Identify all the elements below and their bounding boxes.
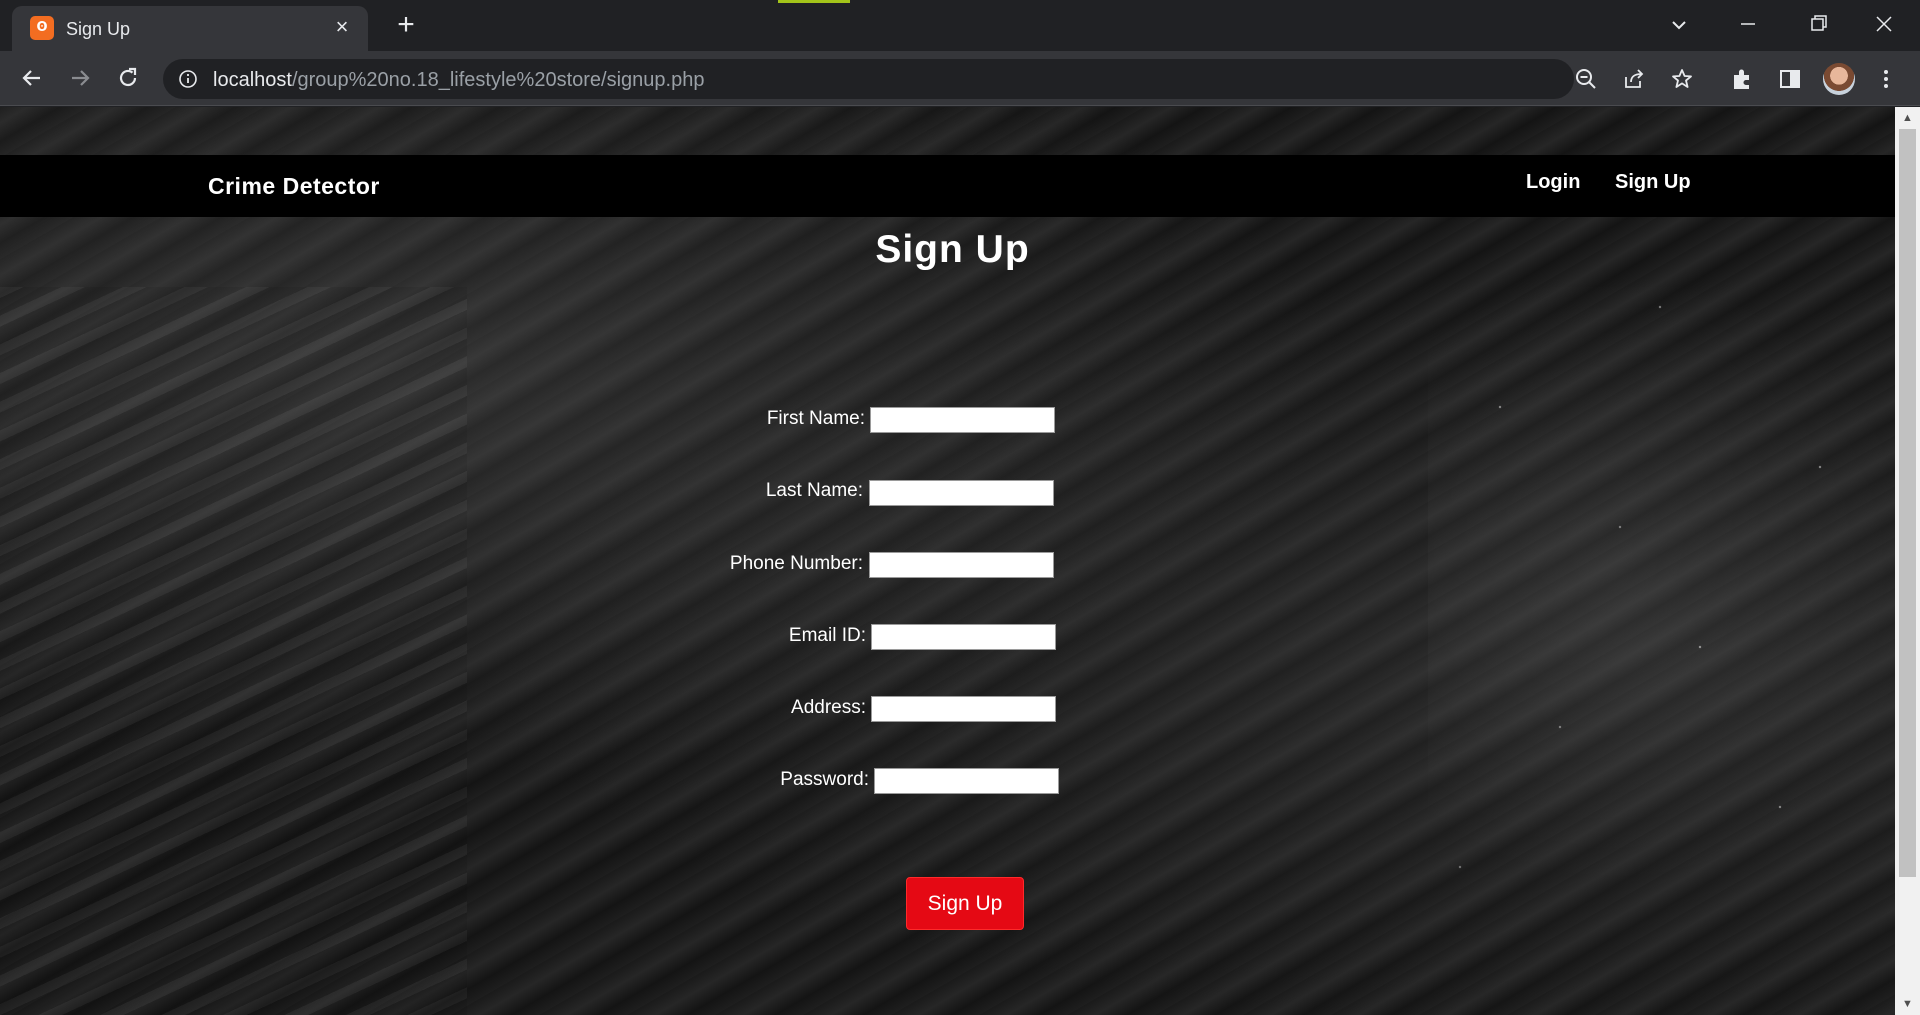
browser-tabstrip: ʘ Sign Up × +: [0, 0, 1920, 51]
signup-submit-button[interactable]: Sign Up: [906, 877, 1024, 930]
window-close-icon[interactable]: [1852, 4, 1916, 44]
reload-icon[interactable]: [110, 60, 146, 96]
nav-login-link[interactable]: Login: [1526, 171, 1580, 194]
extensions-icon[interactable]: [1728, 65, 1756, 93]
url-path: /group%20no.18_lifestyle%20store/signup.…: [291, 69, 705, 91]
address-label: Address:: [791, 697, 866, 718]
profile-avatar[interactable]: [1823, 63, 1855, 95]
phone-number-input[interactable]: [869, 552, 1054, 578]
first-name-label: First Name:: [766, 408, 865, 429]
page-viewport: Crime Detector Login Sign Up Sign Up Fir…: [0, 107, 1895, 1015]
address-bar[interactable]: localhost/group%20no.18_lifestyle%20stor…: [163, 59, 1692, 99]
side-panel-icon[interactable]: [1776, 65, 1804, 93]
address-input[interactable]: [871, 696, 1056, 722]
page-scrollbar[interactable]: ▲ ▼: [1895, 107, 1920, 1015]
browser-toolbar: localhost/group%20no.18_lifestyle%20stor…: [0, 51, 1920, 106]
scroll-up-arrow-icon[interactable]: ▲: [1895, 107, 1920, 129]
email-id-label: Email ID:: [788, 625, 866, 646]
last-name-input[interactable]: [869, 480, 1054, 506]
password-label: Password:: [780, 769, 869, 790]
share-icon[interactable]: [1622, 67, 1646, 91]
tab-search-icon[interactable]: [1664, 10, 1694, 40]
site-info-icon[interactable]: [178, 69, 198, 89]
phone-number-label: Phone Number:: [729, 553, 863, 574]
email-id-input[interactable]: [871, 624, 1056, 650]
scroll-thumb[interactable]: [1899, 129, 1916, 877]
site-navbar: Crime Detector Login Sign Up: [0, 155, 1895, 217]
kebab-menu-icon[interactable]: [1872, 65, 1900, 93]
xampp-favicon-icon: ʘ: [30, 16, 54, 40]
url-text[interactable]: localhost/group%20no.18_lifestyle%20stor…: [213, 69, 704, 92]
last-name-label: Last Name:: [765, 480, 863, 501]
url-host: localhost: [213, 69, 292, 91]
nav-signup-link[interactable]: Sign Up: [1615, 171, 1691, 194]
tabstrip-accent-bar: [778, 0, 850, 3]
password-input[interactable]: [874, 768, 1059, 794]
restore-icon[interactable]: [1786, 4, 1850, 44]
bookmark-star-icon[interactable]: [1670, 67, 1694, 91]
minimize-icon[interactable]: [1716, 4, 1780, 44]
first-name-input[interactable]: [870, 407, 1055, 433]
zoom-out-icon[interactable]: [1574, 67, 1598, 91]
browser-tab-active[interactable]: ʘ Sign Up ×: [12, 6, 368, 51]
new-tab-button[interactable]: +: [390, 10, 422, 42]
back-icon[interactable]: [14, 60, 50, 96]
tab-title: Sign Up: [66, 19, 131, 39]
forward-icon[interactable]: [62, 60, 98, 96]
page-title: Sign Up: [875, 228, 1030, 271]
scroll-down-arrow-icon[interactable]: ▼: [1895, 993, 1920, 1015]
site-brand[interactable]: Crime Detector: [208, 173, 380, 200]
tab-close-icon[interactable]: ×: [328, 13, 356, 41]
